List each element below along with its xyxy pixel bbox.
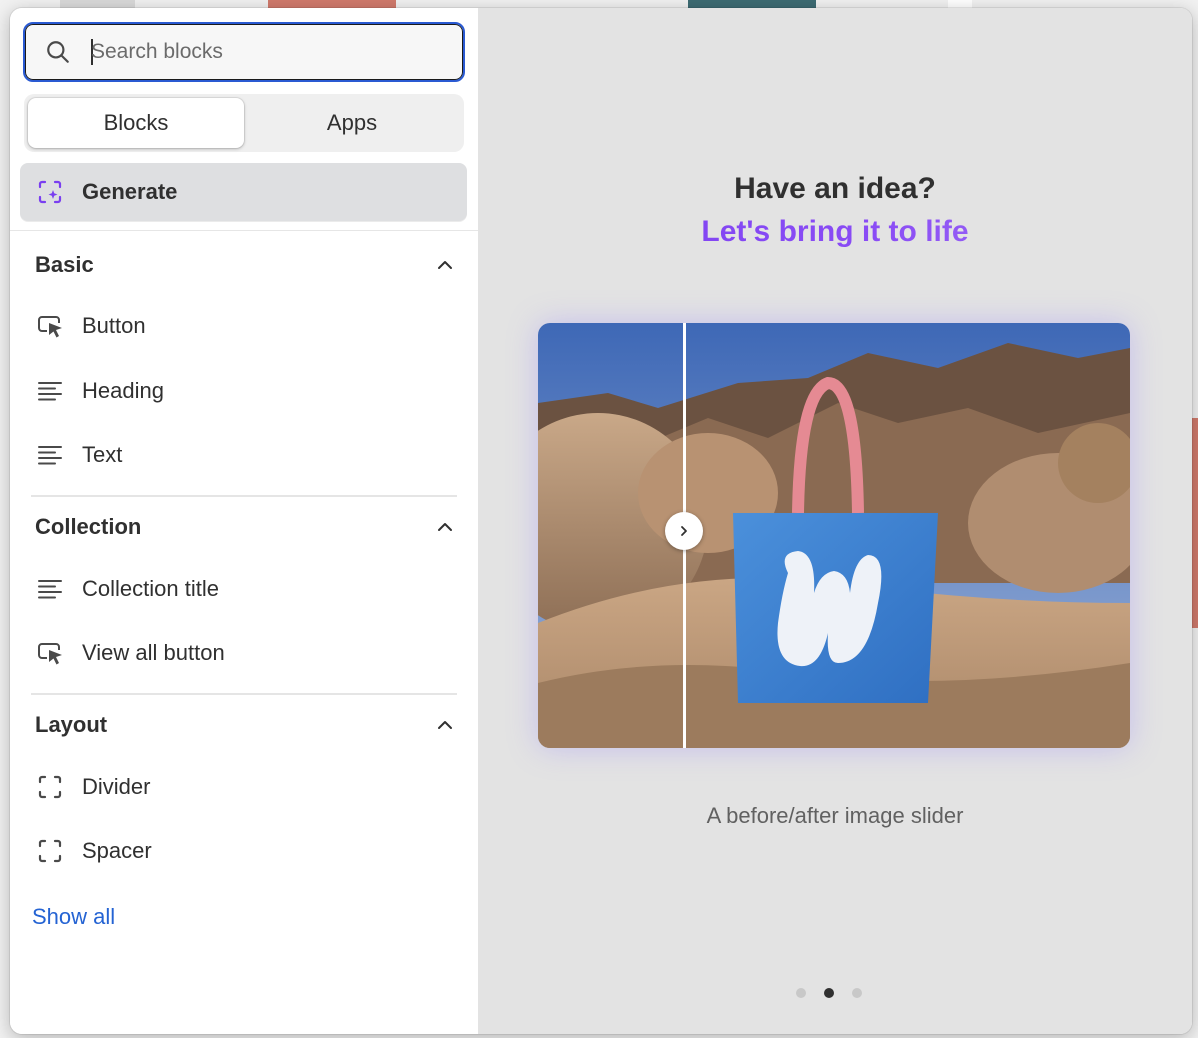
chevron-up-icon [438, 721, 452, 729]
sparkle-frame-icon [38, 180, 62, 204]
chevron-up-icon [438, 523, 452, 531]
slider-handle[interactable] [665, 512, 703, 550]
block-picker-popover: Blocks Apps Generate Basic [10, 8, 1192, 1034]
tab-apps[interactable]: Apps [244, 98, 460, 148]
section-title: Basic [35, 252, 94, 277]
section-title: Collection [35, 514, 142, 539]
section-header-basic[interactable]: Basic [35, 245, 455, 285]
text-lines-icon [35, 376, 65, 406]
promo-subtitle: Let's bring it to life [478, 210, 1192, 254]
show-all-link[interactable]: Show all [32, 904, 115, 930]
section-header-layout[interactable]: Layout [35, 705, 455, 745]
generate-button[interactable]: Generate [20, 163, 467, 221]
section-divider [31, 495, 457, 497]
block-item-label: Heading [82, 378, 164, 403]
carousel-dot-active[interactable] [824, 988, 834, 998]
block-item-label: Divider [82, 774, 151, 799]
before-after-slider[interactable] [538, 323, 1130, 748]
block-list-pane: Blocks Apps Generate Basic [10, 8, 478, 1034]
section-header-collection[interactable]: Collection [35, 507, 455, 547]
generate-label: Generate [82, 179, 178, 204]
dashed-frame-icon [35, 772, 65, 802]
cursor-button-icon [35, 311, 65, 341]
block-item-collection-title[interactable]: Collection title [35, 567, 455, 611]
block-item-label: Button [82, 313, 146, 338]
block-item-heading[interactable]: Heading [35, 369, 455, 413]
dashed-frame-icon [35, 836, 65, 866]
block-item-label: View all button [82, 640, 225, 665]
desert-tote-bag-image [538, 323, 1130, 748]
divider [10, 230, 478, 231]
promo-title: Have an idea? [734, 172, 936, 205]
section-divider [31, 693, 457, 695]
search-box[interactable] [23, 22, 465, 82]
carousel-dot[interactable] [796, 988, 806, 998]
block-item-divider[interactable]: Divider [35, 765, 455, 809]
text-lines-icon [35, 440, 65, 470]
search-icon [47, 41, 69, 63]
block-item-spacer[interactable]: Spacer [35, 829, 455, 873]
block-item-label: Spacer [82, 838, 152, 863]
carousel-dot[interactable] [852, 988, 862, 998]
chevron-right-icon [681, 526, 687, 536]
search-input[interactable] [91, 40, 463, 64]
block-item-text[interactable]: Text [35, 433, 455, 477]
preview-pane: Have an idea? Let's bring it to life A b… [478, 8, 1192, 1034]
text-lines-icon [35, 574, 65, 604]
tab-blocks[interactable]: Blocks [28, 98, 244, 148]
block-item-button[interactable]: Button [35, 304, 455, 348]
block-item-label: Collection title [82, 576, 219, 601]
tab-switcher: Blocks Apps [24, 94, 464, 152]
cursor-button-icon [35, 638, 65, 668]
block-item-label: Text [82, 442, 123, 467]
promo-caption: A before/after image slider [706, 803, 964, 828]
carousel-dots [796, 988, 862, 998]
section-title: Layout [35, 712, 108, 737]
chevron-up-icon [438, 261, 452, 269]
promo-heading: Have an idea? Let's bring it to life [478, 168, 1192, 254]
block-item-view-all-button[interactable]: View all button [35, 631, 455, 675]
